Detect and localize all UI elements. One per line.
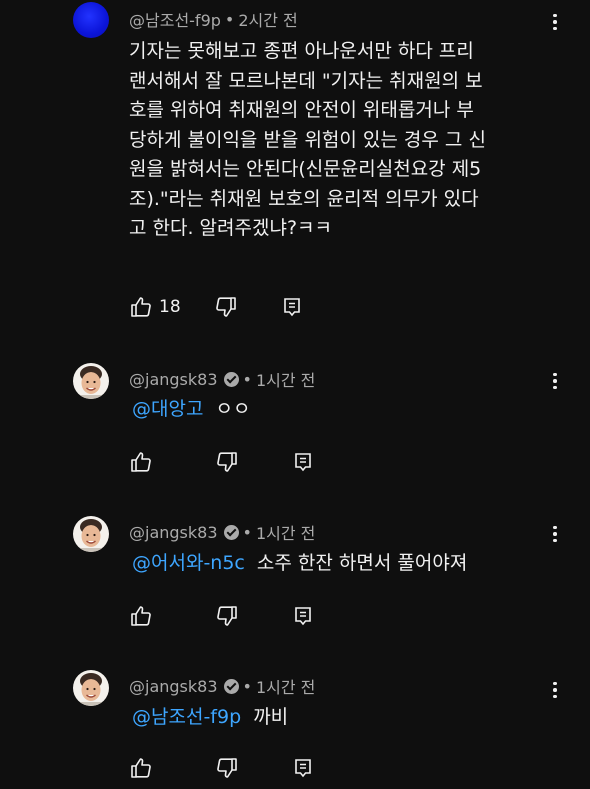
comment-text: 기자는 못해보고 종편 아나운서만 하다 프리 랜서해서 잘 모르나본데 "기자… (129, 37, 486, 244)
thumbs-up-icon (131, 297, 151, 317)
mention-link[interactable]: @대앙고 (132, 398, 203, 420)
like-button[interactable]: 18 (129, 295, 181, 319)
timestamp[interactable]: 1시간 전 (256, 367, 315, 391)
more-vertical-icon[interactable] (545, 678, 565, 702)
meta-separator: • (242, 676, 252, 696)
meta-separator: • (242, 369, 252, 389)
more-vertical-icon[interactable] (545, 10, 565, 34)
thumbs-down-icon[interactable] (215, 450, 239, 474)
comment-actions (129, 450, 315, 474)
avatar[interactable] (73, 516, 109, 552)
comment-line: 당하게 불이익을 받을 위험이 있는 경우 그 신 (129, 128, 486, 151)
mention-link[interactable]: @남조선-f9p (132, 706, 241, 728)
profile-face-icon (79, 366, 103, 399)
comment-meta: @남조선-f9p • 2시간 전 (129, 7, 298, 31)
comment-line: 조)."라는 취재원 보호의 윤리적 의무가 있다 (129, 187, 479, 210)
comment-line: 호를 위하여 취재원의 안전이 위태롭거나 부 (129, 99, 474, 121)
thumbs-down-icon[interactable] (215, 604, 239, 628)
profile-face-icon (79, 519, 103, 552)
like-count: 18 (159, 297, 181, 317)
avatar[interactable] (73, 670, 109, 706)
author-name[interactable]: @남조선-f9p (129, 7, 221, 31)
verified-check-icon (223, 371, 239, 387)
comment-text: @남조선-f9p 까비 (132, 703, 288, 733)
timestamp[interactable]: 1시간 전 (256, 520, 315, 544)
mention-link[interactable]: @어서와-n5c (132, 552, 245, 574)
comment-line: 고 한다. 알려주겠냐?ㅋㅋ (129, 217, 333, 239)
comment-text: @대앙고 ㅇㅇ (132, 395, 250, 425)
comment-text: @어서와-n5c 소주 한잔 하면서 풀어야져 (132, 549, 467, 579)
author-name[interactable]: @jangsk83 (129, 677, 218, 696)
comment-actions (129, 756, 315, 780)
reply-icon[interactable] (280, 295, 304, 319)
comment-4: @jangsk83 • 1시간 전 @남조선-f9p 까비 (0, 662, 590, 789)
comment-3: @jangsk83 • 1시간 전 @어서와-n5c 소주 한잔 하면서 풀어야… (0, 508, 590, 648)
thumbs-down-icon[interactable] (215, 756, 239, 780)
comment-line: 랜서해서 잘 모르나본데 "기자는 취재원의 보 (129, 69, 483, 92)
comment-meta: @jangsk83 • 1시간 전 (129, 674, 315, 698)
timestamp[interactable]: 1시간 전 (256, 674, 315, 698)
comment-meta: @jangsk83 • 1시간 전 (129, 520, 315, 544)
reply-icon[interactable] (291, 604, 315, 628)
reply-text: ㅇㅇ (215, 398, 251, 420)
comment-2: @jangsk83 • 1시간 전 @대앙고 ㅇㅇ (0, 355, 590, 495)
more-vertical-icon[interactable] (545, 369, 565, 393)
author-name[interactable]: @jangsk83 (129, 523, 218, 542)
reply-text: 소주 한잔 하면서 풀어야져 (256, 552, 468, 574)
comment-meta: @jangsk83 • 1시간 전 (129, 367, 315, 391)
more-vertical-icon[interactable] (545, 522, 565, 546)
verified-check-icon (223, 678, 239, 694)
timestamp[interactable]: 2시간 전 (238, 7, 297, 31)
comment-actions (129, 604, 315, 628)
avatar[interactable] (73, 2, 109, 38)
comment-line: 기자는 못해보고 종편 아나운서만 하다 프리 (129, 40, 474, 62)
thumbs-up-icon[interactable] (129, 450, 153, 474)
meta-separator: • (242, 522, 252, 542)
comment-actions: 18 (129, 295, 304, 319)
thumbs-up-icon[interactable] (129, 604, 153, 628)
reply-text: 까비 (253, 706, 289, 728)
reply-icon[interactable] (291, 450, 315, 474)
thumbs-down-icon[interactable] (214, 295, 238, 319)
author-name[interactable]: @jangsk83 (129, 370, 218, 389)
thumbs-up-icon[interactable] (129, 756, 153, 780)
avatar[interactable] (73, 363, 109, 399)
meta-separator: • (224, 9, 235, 29)
comment-line: 원을 밝혀서는 안된다(신문윤리실천요강 제5 (129, 158, 482, 180)
profile-face-icon (79, 673, 103, 706)
verified-check-icon (223, 524, 239, 540)
comment-1: @남조선-f9p • 2시간 전 기자는 못해보고 종편 아나운서만 하다 프리… (0, 0, 590, 330)
reply-icon[interactable] (291, 756, 315, 780)
